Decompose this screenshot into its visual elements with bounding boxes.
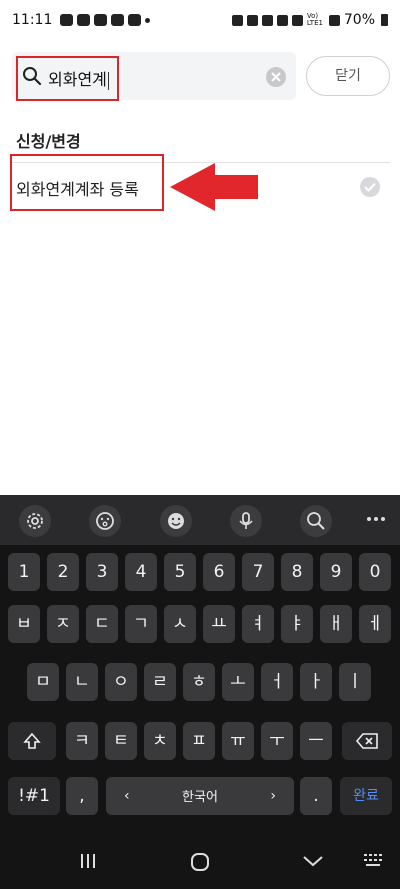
key-giyeok[interactable]: ㄱ bbox=[125, 605, 157, 643]
done-key[interactable]: 완료 bbox=[340, 777, 392, 815]
symbol-key[interactable]: !#1 bbox=[8, 777, 60, 815]
system-icons: Vo) LTE1 70% bbox=[231, 12, 388, 28]
chevron-right-icon: › bbox=[270, 788, 276, 804]
battery-icon bbox=[381, 14, 388, 26]
backspace-key[interactable] bbox=[342, 722, 392, 760]
key-2[interactable]: 2 bbox=[47, 553, 79, 591]
key-ieung[interactable]: ㅇ bbox=[105, 663, 137, 701]
key-a[interactable]: ㅏ bbox=[300, 663, 332, 701]
key-mieum[interactable]: ㅁ bbox=[27, 663, 59, 701]
key-8[interactable]: 8 bbox=[281, 553, 313, 591]
keyboard-toolbar bbox=[0, 495, 400, 545]
key-ae[interactable]: ㅐ bbox=[320, 605, 352, 643]
more-icon[interactable] bbox=[364, 507, 388, 531]
key-hieut[interactable]: ㅎ bbox=[183, 663, 215, 701]
key-chieut[interactable]: ㅊ bbox=[144, 722, 176, 760]
key-7[interactable]: 7 bbox=[242, 553, 274, 591]
key-kieuk[interactable]: ㅋ bbox=[66, 722, 98, 760]
key-eo[interactable]: ㅓ bbox=[261, 663, 293, 701]
chat-notification-icon bbox=[60, 14, 74, 26]
home-icon[interactable] bbox=[189, 851, 211, 877]
notification-icons bbox=[60, 14, 151, 26]
key-5[interactable]: 5 bbox=[164, 553, 196, 591]
check-notification-icon bbox=[111, 14, 125, 26]
alarm-icon bbox=[246, 14, 258, 26]
mute-icon bbox=[276, 14, 288, 26]
key-0[interactable]: 0 bbox=[359, 553, 391, 591]
settings-icon[interactable] bbox=[19, 505, 51, 537]
key-i[interactable]: ㅣ bbox=[339, 663, 371, 701]
key-3[interactable]: 3 bbox=[86, 553, 118, 591]
lock-icon bbox=[231, 14, 243, 26]
key-1[interactable]: 1 bbox=[8, 553, 40, 591]
key-6[interactable]: 6 bbox=[203, 553, 235, 591]
key-rieul[interactable]: ㄹ bbox=[144, 663, 176, 701]
navigation-bar bbox=[0, 835, 400, 889]
clear-search-icon[interactable] bbox=[266, 67, 286, 87]
language-label: 한국어 bbox=[182, 790, 218, 805]
key-4[interactable]: 4 bbox=[125, 553, 157, 591]
key-yo[interactable]: ㅛ bbox=[203, 605, 235, 643]
battery-percent: 70% bbox=[343, 12, 375, 28]
more-notifications-icon bbox=[145, 17, 151, 23]
sticker-icon[interactable] bbox=[160, 505, 192, 537]
red-arrow-icon bbox=[170, 163, 258, 211]
key-pieup[interactable]: ㅍ bbox=[183, 722, 215, 760]
period-key[interactable]: . bbox=[300, 777, 332, 815]
key-yeo[interactable]: ㅕ bbox=[242, 605, 274, 643]
comma-key[interactable]: , bbox=[66, 777, 98, 815]
recents-icon[interactable] bbox=[78, 851, 98, 875]
emoji-face-icon[interactable] bbox=[89, 505, 121, 537]
microphone-icon[interactable] bbox=[230, 505, 262, 537]
key-ya[interactable]: ㅑ bbox=[281, 605, 313, 643]
chevron-left-icon: ‹ bbox=[124, 788, 130, 804]
shift-icon bbox=[23, 732, 41, 749]
app-notification-icon bbox=[128, 14, 142, 26]
check-icon bbox=[360, 177, 380, 197]
key-9[interactable]: 9 bbox=[320, 553, 352, 591]
keyboard-icon[interactable] bbox=[362, 851, 386, 875]
signal-icon bbox=[328, 14, 340, 26]
key-o[interactable]: ㅗ bbox=[222, 663, 254, 701]
key-e[interactable]: ㅔ bbox=[359, 605, 391, 643]
key-digeut[interactable]: ㄷ bbox=[86, 605, 118, 643]
shift-key[interactable] bbox=[8, 722, 56, 760]
backspace-icon bbox=[355, 733, 378, 749]
section-title: 신청/변경 bbox=[16, 132, 81, 151]
network-label: Vo) LTE1 bbox=[306, 12, 323, 27]
status-bar: 11:11 Vo) LTE1 70% bbox=[0, 0, 400, 40]
key-yu[interactable]: ㅠ bbox=[222, 722, 254, 760]
video-notification-icon bbox=[77, 14, 91, 26]
key-tieut[interactable]: ㅌ bbox=[105, 722, 137, 760]
search-highlight-box bbox=[16, 56, 119, 101]
status-time: 11:11 bbox=[12, 12, 53, 28]
spacebar-language-key[interactable]: ‹ 한국어 › bbox=[106, 777, 294, 815]
key-u[interactable]: ㅜ bbox=[261, 722, 293, 760]
close-button[interactable]: 닫기 bbox=[306, 56, 390, 96]
key-nieun[interactable]: ㄴ bbox=[66, 663, 98, 701]
search-icon[interactable] bbox=[300, 505, 332, 537]
key-eu[interactable]: ㅡ bbox=[300, 722, 332, 760]
key-jieut[interactable]: ㅈ bbox=[47, 605, 79, 643]
key-siot[interactable]: ㅅ bbox=[164, 605, 196, 643]
key-bieup[interactable]: ㅂ bbox=[8, 605, 40, 643]
bluetooth-icon bbox=[261, 14, 273, 26]
result-highlight-box bbox=[10, 154, 164, 211]
wifi-icon bbox=[291, 14, 303, 26]
hand-notification-icon bbox=[94, 14, 108, 26]
keyboard: 1 2 3 4 5 6 7 8 9 0 ㅂ ㅈ ㄷ ㄱ ㅅ ㅛ ㅕ ㅑ ㅐ ㅔ … bbox=[0, 495, 400, 889]
back-icon[interactable] bbox=[302, 851, 324, 875]
